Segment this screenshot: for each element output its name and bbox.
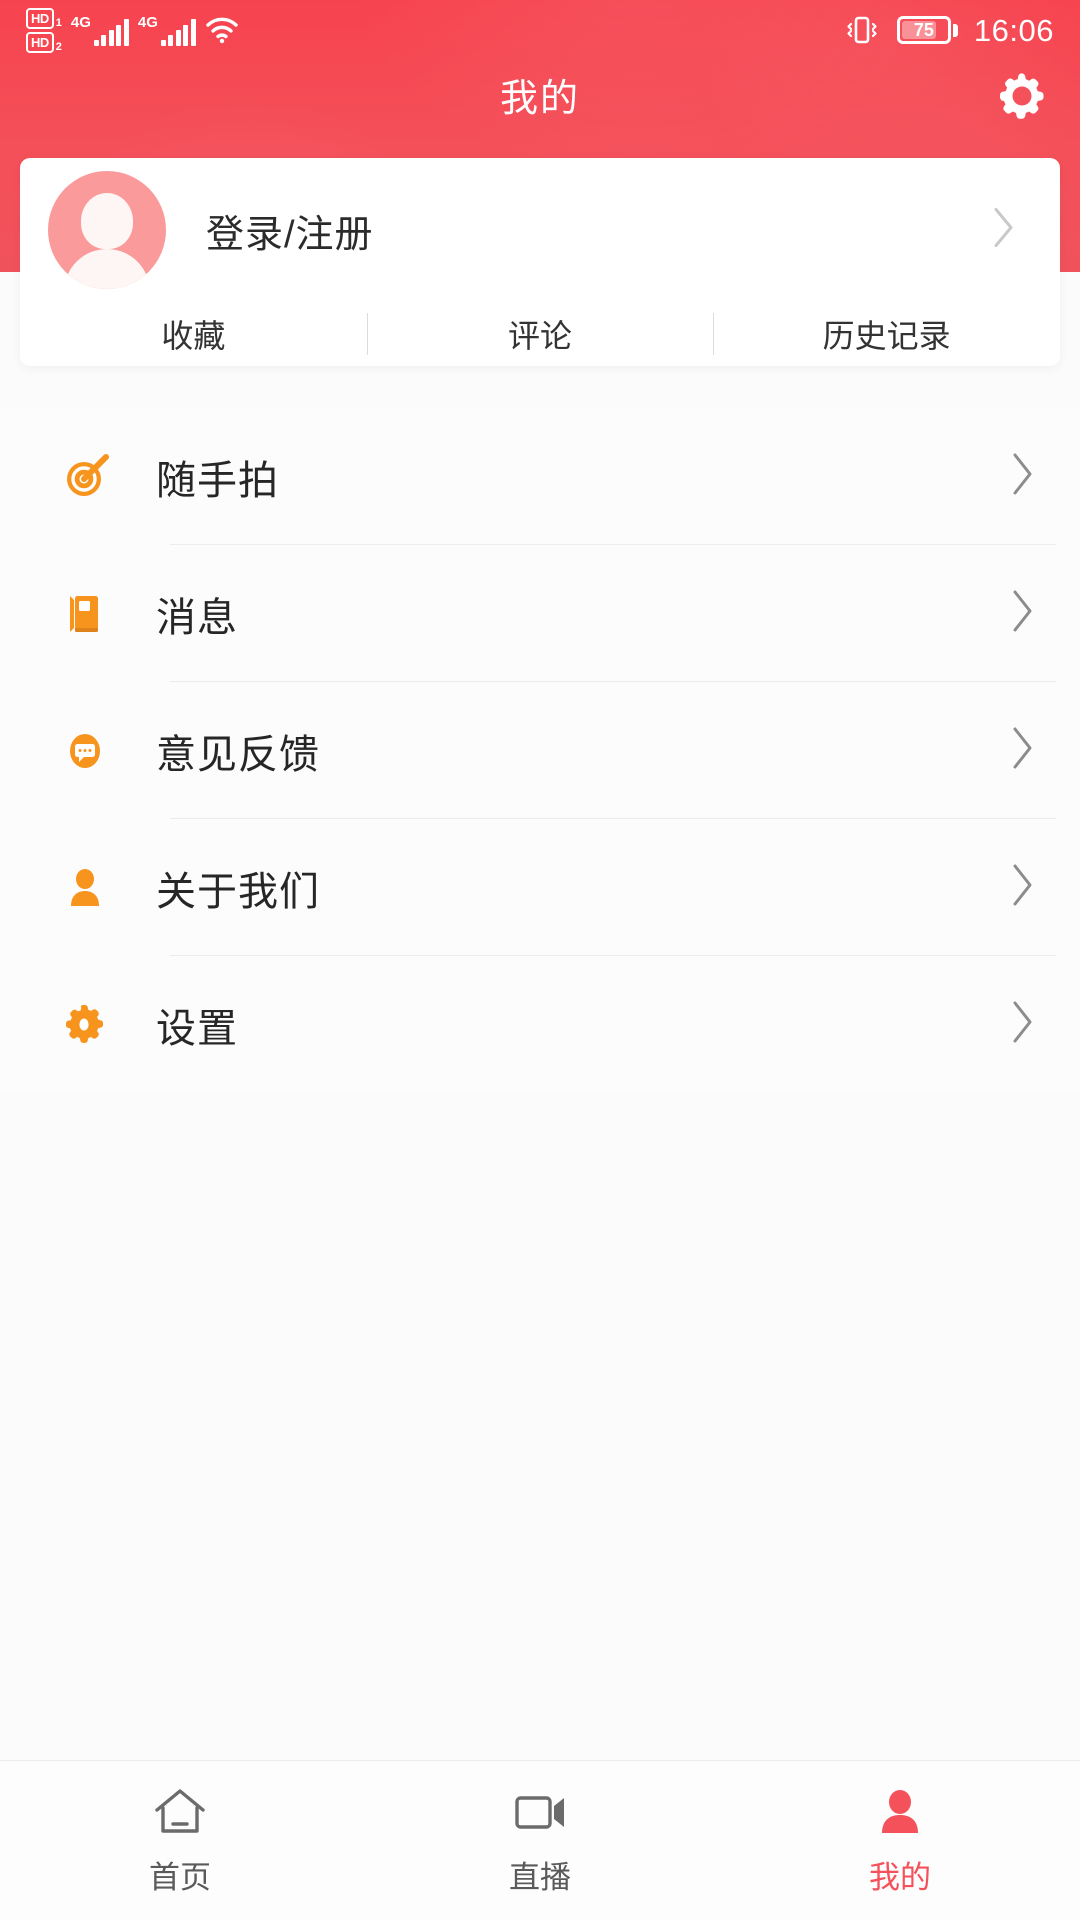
menu-item-label: 意见反馈 [156, 732, 320, 777]
nav-item-label: 我的 [869, 1860, 931, 1895]
chevron-right-icon [992, 206, 1016, 255]
signal-indicator-1: 4G [71, 15, 129, 46]
chevron-right-icon [1010, 998, 1036, 1051]
sim-number-1: 1 [55, 16, 62, 29]
menu-item-snapshot[interactable]: 随手拍 [0, 408, 1080, 545]
book-icon [58, 586, 114, 642]
status-bar: HD 1 HD 2 4G 4G 75 16:06 [0, 0, 1080, 60]
page-title: 我的 [499, 77, 580, 120]
avatar-body [64, 249, 150, 289]
gear-icon [58, 997, 114, 1053]
tab-history[interactable]: 历史记录 [713, 311, 1060, 357]
signal-bars-icon-1 [93, 18, 129, 46]
tab-comments[interactable]: 评论 [367, 311, 714, 357]
avatar-head [81, 193, 133, 249]
menu-item-label: 关于我们 [156, 869, 320, 914]
bottom-navigation-bar: 首页 直播 我的 [0, 1760, 1080, 1920]
nav-item-label: 直播 [509, 1860, 571, 1895]
gear-icon [1000, 73, 1044, 119]
network-type-label-2: 4G [137, 13, 158, 31]
chevron-right-icon [1010, 450, 1036, 503]
chat-bubble-icon [58, 723, 114, 779]
chevron-right-icon [1010, 861, 1036, 914]
menu-item-label: 消息 [156, 595, 238, 640]
video-camera-icon [509, 1784, 571, 1840]
title-bar: 我的 [0, 60, 1080, 128]
tab-favorites[interactable]: 收藏 [20, 311, 367, 357]
profile-card: 登录/注册 收藏 评论 历史记录 [20, 158, 1060, 366]
signal-bars-icon-2 [160, 18, 196, 46]
battery-cap [952, 23, 958, 37]
menu-item-about-us[interactable]: 关于我们 [0, 819, 1080, 956]
avatar-placeholder-icon[interactable] [48, 171, 166, 289]
menu-list: 随手拍 消息 意见反馈 关于我们 设置 [0, 408, 1080, 1093]
nav-item-live[interactable]: 直播 [360, 1761, 720, 1920]
status-bar-right: 75 16:06 [843, 13, 1054, 47]
sim-number-2: 2 [55, 40, 62, 53]
status-bar-left: HD 1 HD 2 4G 4G [26, 7, 239, 53]
status-bar-clock: 16:06 [973, 12, 1054, 48]
person-filled-icon [869, 1784, 931, 1840]
menu-item-label: 设置 [156, 1006, 238, 1051]
menu-item-label: 随手拍 [156, 458, 279, 503]
home-icon [149, 1784, 211, 1840]
chevron-right-icon [1010, 587, 1036, 640]
menu-item-settings[interactable]: 设置 [0, 956, 1080, 1093]
login-register-label: 登录/注册 [206, 213, 374, 256]
volte-dual-sim-indicator: HD 1 HD 2 [26, 7, 62, 53]
battery-percent-label: 75 [913, 20, 934, 40]
menu-item-messages[interactable]: 消息 [0, 545, 1080, 682]
hd-label-2: HD [26, 31, 54, 53]
vibrate-icon [843, 13, 881, 47]
hd-label-1: HD [26, 7, 54, 29]
settings-gear-button[interactable] [990, 62, 1054, 126]
person-icon [58, 860, 114, 916]
login-register-row[interactable]: 登录/注册 [20, 158, 1060, 302]
volte-sim2-icon: HD 2 [26, 31, 62, 53]
nav-item-label: 首页 [149, 1860, 211, 1895]
nav-item-home[interactable]: 首页 [0, 1761, 360, 1920]
battery-icon: 75 [896, 16, 958, 44]
wifi-icon [205, 16, 239, 44]
volte-sim1-icon: HD 1 [26, 7, 62, 29]
battery-body: 75 [896, 16, 951, 44]
profile-tabs: 收藏 评论 历史记录 [20, 302, 1060, 366]
chevron-right-icon [1010, 724, 1036, 777]
network-type-label-1: 4G [70, 13, 91, 31]
app-root: HD 1 HD 2 4G 4G 75 16:06 我的 登录/注册 收藏 评论 … [0, 0, 1080, 1920]
target-icon [58, 449, 114, 505]
nav-item-mine[interactable]: 我的 [720, 1761, 1080, 1920]
signal-indicator-2: 4G [138, 15, 196, 46]
menu-item-feedback[interactable]: 意见反馈 [0, 682, 1080, 819]
